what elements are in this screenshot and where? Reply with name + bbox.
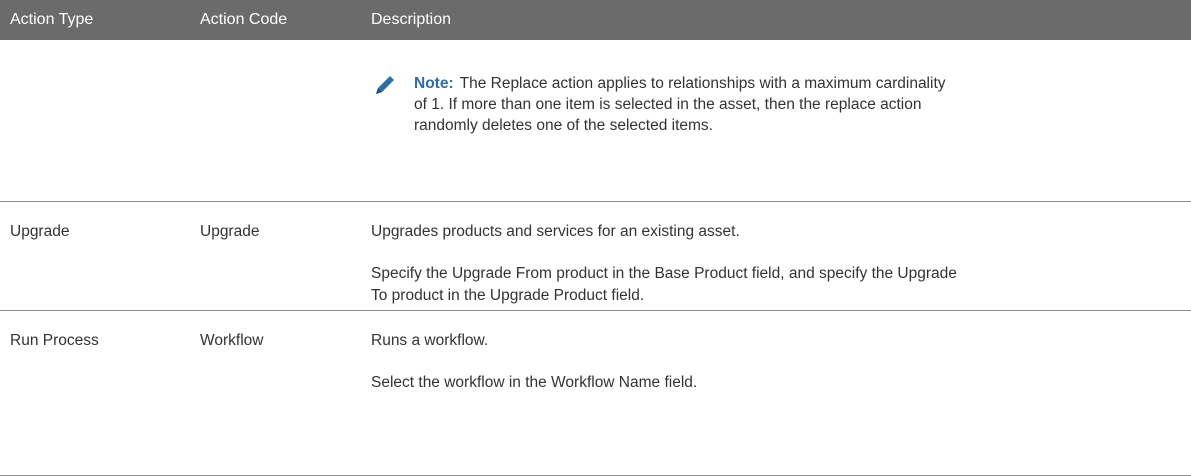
note-text: Note: The Replace action applies to relat… (414, 73, 946, 136)
table-row: Upgrade Upgrade Upgrades products and se… (0, 202, 1191, 311)
header-description: Description (371, 11, 452, 28)
cell-action-type: Run Process (10, 332, 99, 349)
pencil-icon (373, 75, 395, 97)
table-row-note: Note: The Replace action applies to relat… (0, 40, 1191, 202)
table-row: Run Process Workflow Runs a workflow. Se… (0, 311, 1191, 476)
action-table: Action Type Action Code Description Note… (0, 0, 1191, 476)
description-text: Specify the Upgrade From product in the … (371, 265, 957, 282)
cell-description: Runs a workflow. Select the workflow in … (371, 330, 1161, 414)
description-text: Runs a workflow. (371, 332, 489, 349)
note-line: Note: The Replace action applies to relat… (414, 75, 946, 92)
description-text: Select the workflow in the Workflow Name… (371, 374, 698, 391)
note-label: Note: (414, 75, 454, 92)
note-line: randomly deletes one of the selected ite… (414, 117, 713, 134)
header-action-type: Action Type (10, 11, 94, 28)
description-text: To product in the Upgrade Product field. (371, 287, 645, 304)
header-action-code: Action Code (200, 11, 288, 28)
cell-action-code: Upgrade (200, 223, 260, 240)
cell-action-code: Workflow (200, 332, 264, 349)
description-text: Upgrades products and services for an ex… (371, 223, 740, 240)
cell-action-type: Upgrade (10, 223, 70, 240)
note-line: of 1. If more than one item is selected … (414, 96, 922, 113)
table-header: Action Type Action Code Description (0, 0, 1191, 40)
